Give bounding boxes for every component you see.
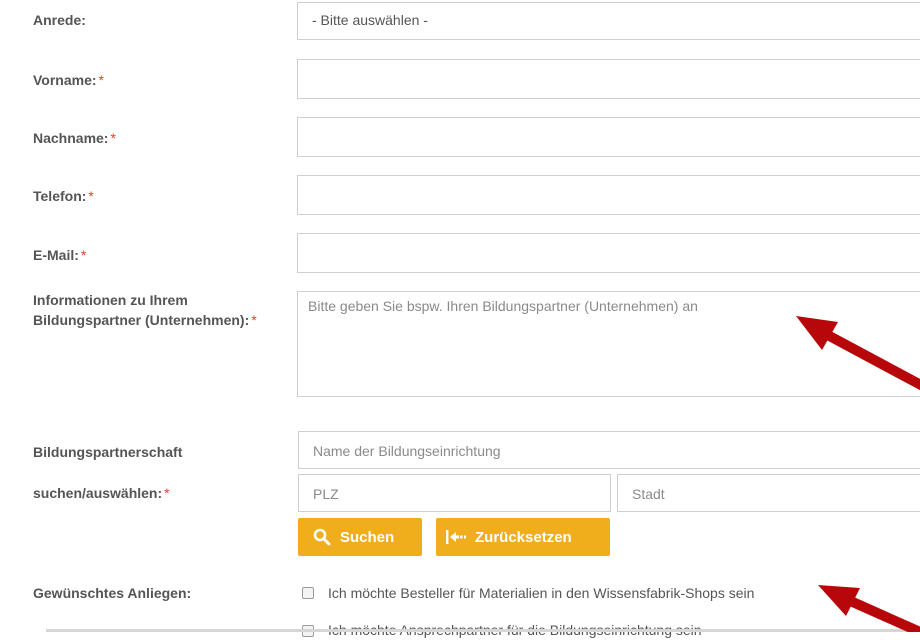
telefon-input[interactable] [297,175,920,215]
telefon-label: Telefon: * [33,188,94,204]
search-icon [313,528,331,546]
anliegen-option-1: Ich möchte Besteller für Materialien in … [328,585,755,601]
search-button[interactable]: Suchen [298,518,422,556]
plz-input[interactable]: PLZ [298,474,611,512]
reset-arrow-icon [446,530,466,544]
institution-name-placeholder: Name der Bildungseinrichtung [313,443,501,459]
search-button-label: Suchen [340,528,395,546]
email-label: E-Mail: * [33,247,87,263]
anrede-label: Anrede: [33,12,86,28]
vorname-input[interactable] [297,59,920,99]
anliegen-checkbox-1[interactable] [302,587,314,599]
search-label-line2: suchen/auswählen: * [33,485,170,501]
anrede-select[interactable]: - Bitte auswählen - ▼ [297,2,920,40]
email-input[interactable] [297,233,920,273]
info-label: Informationen zu Ihrem Bildungspartner (… [33,292,257,328]
reset-button-label: Zurücksetzen [475,528,572,546]
info-textarea[interactable]: Bitte geben Sie bspw. Ihren Bildungspart… [297,291,920,397]
anliegen-label: Gewünschtes Anliegen: [33,585,192,601]
search-label-line1: Bildungspartnerschaft [33,444,183,460]
city-placeholder: Stadt [632,486,665,502]
nachname-label: Nachname: * [33,130,116,146]
plz-placeholder: PLZ [313,486,339,502]
reset-button[interactable]: Zurücksetzen [436,518,610,556]
anrede-selected-value: - Bitte auswählen - [312,12,428,28]
arrow-icon-checkbox [818,585,920,632]
nachname-input[interactable] [297,117,920,157]
institution-name-input[interactable]: Name der Bildungseinrichtung [298,431,920,469]
vorname-label: Vorname: * [33,72,104,88]
city-input[interactable]: Stadt [617,474,920,512]
info-placeholder: Bitte geben Sie bspw. Ihren Bildungspart… [308,298,698,314]
